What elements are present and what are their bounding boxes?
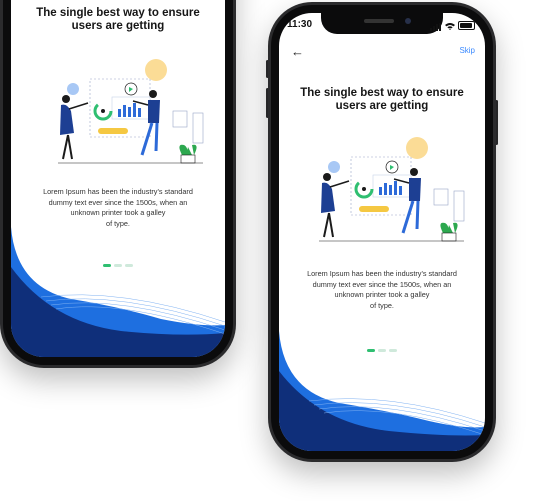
onboarding-description: Lorem Ipsum has been the industry's stan…: [25, 187, 211, 229]
sun-circle: [145, 59, 167, 81]
small-blue-circle: [67, 83, 79, 95]
sun-circle: [406, 137, 428, 159]
yellow-pill: [98, 128, 128, 134]
desc-line-4: of type.: [370, 300, 394, 310]
phone-right-screen: 11:30 ← Skip The single best way to ensu…: [279, 13, 485, 451]
status-bar: 11:30: [279, 19, 485, 33]
title-line-2: users are getting: [71, 20, 165, 32]
title-line-1: The single best way to ensure: [300, 87, 464, 99]
onboarding-description: Lorem Ipsum has been the industry's stan…: [293, 269, 471, 311]
phone-right: 11:30 ← Skip The single best way to ensu…: [268, 2, 496, 462]
title-line-2: users are getting: [335, 100, 429, 112]
desc-line-1: Lorem Ipsum has been the industry's stan…: [307, 269, 457, 278]
status-icons: [430, 20, 475, 31]
skip-button[interactable]: Skip: [459, 46, 475, 55]
yellow-pill: [359, 206, 389, 212]
battery-icon: [458, 21, 475, 30]
title-line-1: The single best way to ensure: [36, 7, 200, 19]
status-time: 11:30: [287, 19, 313, 30]
desc-line-2: dummy text ever since the 1500s, when an: [312, 279, 452, 289]
desc-line-2: dummy text ever since the 1500s, when an: [48, 197, 188, 207]
wifi-icon: [445, 22, 455, 30]
desc-line-3: unknown printer took a galley: [70, 208, 166, 217]
wave-decoration: [11, 227, 225, 357]
desc-line-1: Lorem Ipsum has been the industry's stan…: [43, 187, 193, 196]
phone-left-screen: The single best way to ensure users are …: [11, 0, 225, 357]
small-blue-circle: [328, 161, 340, 173]
onboarding-illustration: [58, 59, 204, 164]
arrow-left-icon[interactable]: ←: [291, 44, 304, 59]
signal-icon: [430, 20, 442, 31]
desc-line-3: unknown printer took a galley: [334, 290, 430, 299]
onboarding-title: The single best way to ensure users are …: [11, 7, 225, 33]
phone-left: The single best way to ensure users are …: [0, 0, 236, 368]
onboarding-title: The single best way to ensure users are …: [279, 87, 485, 113]
onboarding-illustration: [319, 137, 465, 242]
wave-decoration: [279, 331, 485, 451]
